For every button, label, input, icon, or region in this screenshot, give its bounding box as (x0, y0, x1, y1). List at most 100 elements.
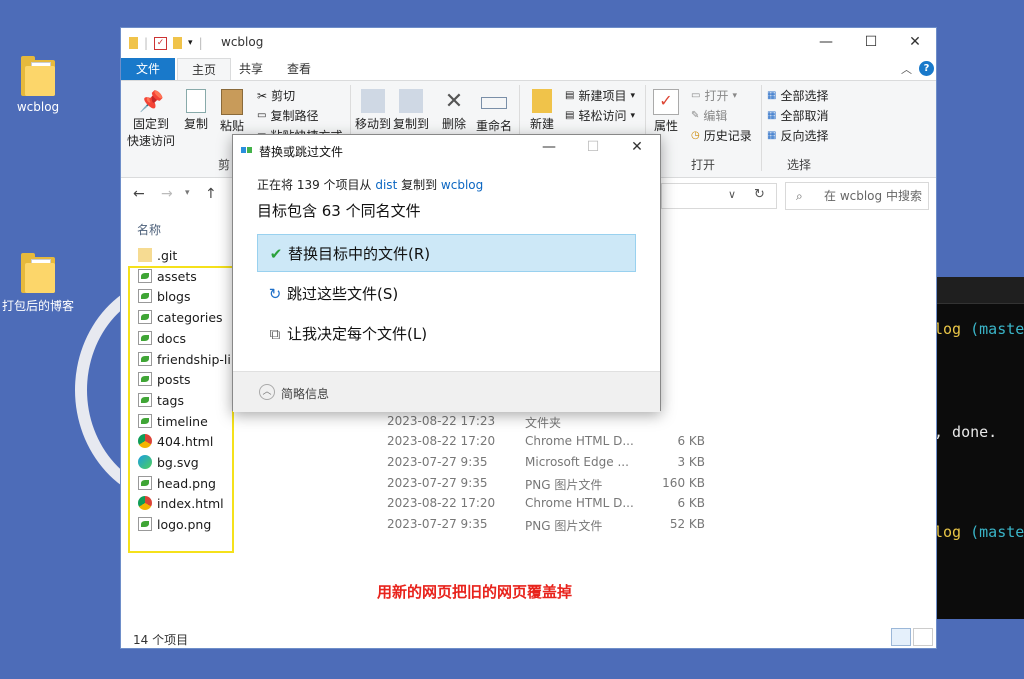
folder-icon (129, 37, 138, 49)
column-header-name[interactable]: 名称 (137, 221, 161, 238)
terminal-branch: (maste (970, 320, 1024, 338)
open-button[interactable]: ▭ 打开 ▾ (691, 87, 737, 104)
replace-or-skip-dialog[interactable]: 替换或跳过文件 — ☐ ✕ 正在将 139 个项目从 dist 复制到 wcbl… (232, 134, 661, 412)
minimize-button[interactable]: — (814, 34, 838, 52)
move-to-icon (361, 89, 385, 113)
file-size: 6 KB (677, 496, 705, 511)
path-icon: ▭ (257, 110, 267, 121)
dialog-maximize-button: ☐ (586, 139, 600, 155)
decide-each-option[interactable]: ⧉ 让我决定每个文件(L) (257, 315, 636, 353)
quick-access-toolbar: | ✓ ▾ | (129, 36, 203, 50)
desktop-icon-label: 打包后的博客 (1, 299, 74, 313)
compare-files-icon: ⧉ (269, 325, 281, 343)
edit-button[interactable]: ✎ 编辑 (691, 107, 727, 124)
rename-button[interactable]: 重命名 (475, 89, 513, 134)
desktop-icon-label: wcblog (16, 100, 60, 114)
tab-home[interactable]: 主页 (177, 58, 232, 81)
new-folder-button[interactable]: 新建 (525, 89, 559, 132)
open-icon: ▭ (691, 90, 701, 101)
move-to-button[interactable]: 移动到 (355, 89, 391, 132)
destination-folder-link[interactable]: wcblog (441, 178, 483, 192)
dialog-close-button[interactable]: ✕ (625, 139, 649, 157)
skip-arrow-icon: ↻ (268, 285, 282, 303)
terminal-output: , done. (934, 423, 998, 441)
new-folder-icon (532, 89, 552, 113)
maximize-button[interactable]: ☐ (859, 34, 883, 52)
checkmark-icon: ✔ (269, 245, 283, 263)
chevron-down-icon[interactable]: ▾ (188, 38, 193, 48)
terminal-window[interactable]: log (maste , done. log (maste (930, 277, 1024, 619)
chevron-up-icon[interactable]: ︿ (901, 61, 912, 77)
file-date: 2023-08-22 17:23 (387, 413, 496, 428)
ribbon-tabs: 文件 主页 共享 查看 ︿ ? (121, 58, 936, 81)
invert-selection-button[interactable]: ▦ 反向选择 (767, 127, 828, 144)
copy-progress-icon (241, 145, 253, 155)
refresh-icon[interactable]: ↻ (754, 187, 765, 202)
dialog-footer: ︿ 简略信息 (233, 371, 660, 412)
chevron-up-icon[interactable]: ︿ (259, 384, 275, 400)
annotation-text: 用新的网页把旧的网页覆盖掉 (377, 583, 573, 601)
rename-icon (481, 97, 507, 109)
replace-files-option[interactable]: ✔ 替换目标中的文件(R) (257, 234, 636, 272)
chevron-down-icon: ▾ (630, 90, 635, 101)
search-icon: ⌕ (796, 189, 803, 203)
fewer-details-toggle[interactable]: 简略信息 (281, 385, 329, 402)
pin-icon: 📌 (139, 89, 164, 113)
skip-files-option[interactable]: ↻ 跳过这些文件(S) (257, 275, 636, 313)
help-icon[interactable]: ? (919, 61, 934, 76)
file-size: 52 KB (669, 517, 705, 532)
address-bar[interactable]: ∨ ↻ (661, 183, 777, 209)
open-group-label: 打开 (691, 158, 716, 172)
dialog-minimize-button[interactable]: — (537, 139, 561, 157)
close-button[interactable]: ✕ (903, 34, 927, 52)
search-input[interactable]: ⌕ 在 wcblog 中搜索 (785, 182, 929, 210)
up-arrow-icon[interactable]: ↑ (205, 186, 217, 202)
edit-icon: ✎ (691, 110, 700, 121)
copy-to-button[interactable]: 复制到 (393, 89, 429, 132)
tab-view[interactable]: 查看 (273, 58, 325, 80)
cut-button[interactable]: ✂ 剪切 (257, 87, 295, 104)
new-folder-icon[interactable] (173, 37, 183, 49)
pin-quick-access-button[interactable]: 📌 固定到 快速访问 (127, 89, 175, 149)
copy-path-button[interactable]: ▭ 复制路径 (257, 107, 318, 124)
delete-x-icon: ✕ (444, 89, 464, 114)
copy-button[interactable]: 复制 (181, 89, 211, 132)
details-view-button[interactable] (891, 628, 911, 646)
properties-check-icon: ✓ (653, 89, 679, 115)
delete-button[interactable]: ✕ 删除 (439, 89, 469, 132)
dialog-heading: 目标包含 63 个同名文件 (257, 202, 421, 220)
back-arrow-icon[interactable]: ← (133, 186, 145, 202)
chevron-down-icon[interactable]: ▾ (185, 188, 190, 198)
explorer-titlebar: | ✓ ▾ | wcblog — ☐ ✕ (121, 28, 936, 58)
folder-git-icon (138, 248, 152, 262)
properties-button[interactable]: ✓ 属性 (651, 89, 681, 134)
desktop-icon-wcblog[interactable]: wcblog (0, 56, 76, 114)
file-type: 文件夹 (525, 415, 562, 430)
tab-file[interactable]: 文件 (121, 58, 175, 80)
clipboard-group-label: 剪 (218, 158, 231, 172)
chevron-down-icon[interactable]: ∨ (728, 188, 736, 201)
select-all-button[interactable]: ▦ 全部选择 (767, 87, 828, 104)
easy-access-button[interactable]: ▤ 轻松访问 ▾ (565, 107, 635, 124)
terminal-branch: (maste (970, 523, 1024, 541)
history-button[interactable]: ◷ 历史记录 (691, 127, 752, 144)
file-date: 2023-07-27 9:35 (387, 455, 488, 469)
desktop-icon-packaged-blog[interactable]: 打包后的博客 (0, 253, 76, 314)
forward-arrow-icon[interactable]: → (161, 186, 173, 202)
new-item-button[interactable]: ▤ 新建项目 ▾ (565, 87, 635, 104)
file-date: 2023-07-27 9:35 (387, 517, 488, 532)
file-type: Chrome HTML D... (525, 434, 634, 449)
select-none-button[interactable]: ▦ 全部取消 (767, 107, 828, 124)
paste-button[interactable]: 粘贴 (217, 89, 247, 134)
source-folder-link[interactable]: dist (375, 178, 397, 192)
chevron-down-icon: ▾ (630, 110, 635, 121)
folder-icon (21, 253, 55, 293)
invert-selection-icon: ▦ (767, 130, 777, 141)
status-item-count: 14 个项目 (133, 633, 189, 647)
select-group-label: 选择 (787, 158, 812, 172)
dialog-title: 替换或跳过文件 (259, 145, 344, 159)
properties-check-icon[interactable]: ✓ (154, 36, 168, 50)
large-icons-view-button[interactable] (913, 628, 933, 646)
tab-share[interactable]: 共享 (225, 58, 277, 80)
copy-to-icon (399, 89, 423, 113)
